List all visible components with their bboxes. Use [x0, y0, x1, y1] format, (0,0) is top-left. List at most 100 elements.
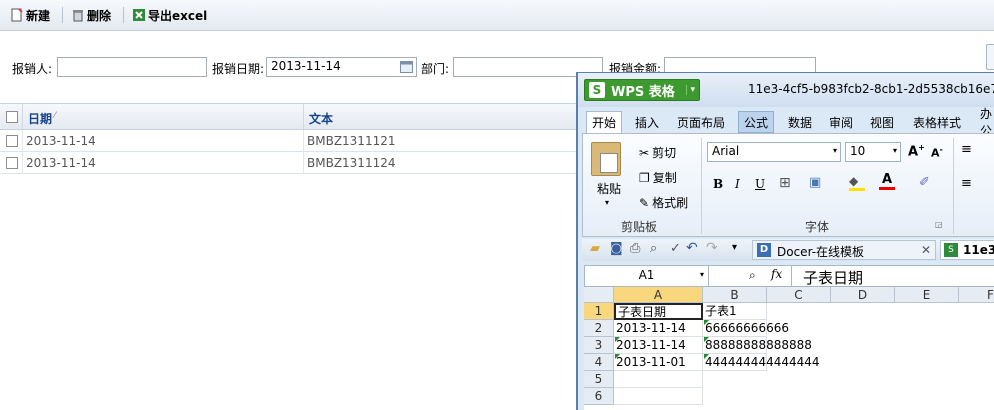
font-size-select[interactable]: 10 ▾ — [845, 142, 901, 162]
cell-text: BMBZ1311121 — [307, 134, 396, 148]
cell-text: BMBZ1311124 — [307, 156, 396, 170]
paste-icon[interactable] — [591, 142, 621, 176]
reimburser-label: 报销人: — [12, 62, 53, 76]
font-group-label: 字体 — [805, 220, 830, 234]
tab-docer-templates[interactable]: D Docer-在线模板 ✕ — [752, 240, 936, 260]
paste-button[interactable]: 粘贴 — [597, 180, 621, 197]
cell-a6[interactable] — [614, 388, 703, 405]
column-divider — [22, 104, 23, 129]
toolbar-divider — [123, 7, 124, 23]
cell-b1[interactable]: 子表1 — [703, 303, 767, 320]
cell-a4[interactable]: 2013-11-01 — [614, 354, 703, 371]
column-header-e[interactable]: E — [895, 287, 959, 303]
spreadsheet-grid[interactable]: A B C D E F 1 2 3 4 5 6 子表日期 子表1 2013-11… — [584, 287, 994, 410]
cell-b3[interactable]: 88888888888888 — [703, 337, 812, 354]
row-checkbox[interactable] — [6, 157, 18, 169]
column-header-text[interactable]: 文本 — [309, 110, 333, 127]
paste-dropdown-icon[interactable]: ▾ — [605, 198, 609, 207]
name-box[interactable]: A1 ▾ — [585, 266, 709, 286]
cell-a5[interactable] — [614, 371, 703, 388]
new-document-icon — [11, 8, 23, 22]
column-header-f[interactable]: F — [959, 287, 994, 303]
row-header[interactable]: 6 — [584, 388, 614, 405]
export-excel-button[interactable]: 导出excel — [132, 6, 207, 24]
column-header-d[interactable]: D — [831, 287, 895, 303]
align-top-icon[interactable]: ≡ — [961, 142, 972, 157]
menu-tab-insert[interactable]: 插入 — [630, 111, 664, 133]
menu-tab-page-layout[interactable]: 页面布局 — [672, 111, 730, 133]
column-header-c[interactable]: C — [767, 287, 831, 303]
cut-button[interactable]: ✂ 剪切 — [639, 144, 676, 161]
dialog-launcher-icon[interactable]: ◲ — [935, 220, 943, 229]
row-header[interactable]: 2 — [584, 320, 614, 337]
redo-icon[interactable]: ↷ — [706, 240, 718, 256]
cell-b2[interactable]: 66666666666 — [703, 320, 789, 337]
row-checkbox[interactable] — [6, 135, 18, 147]
font-color-icon[interactable]: A — [879, 172, 895, 192]
new-button[interactable]: 新建 — [10, 6, 50, 24]
cell-a3[interactable]: 2013-11-14 — [614, 337, 703, 354]
reimburser-input[interactable] — [57, 57, 207, 77]
menu-tab-data[interactable]: 数据 — [783, 111, 817, 133]
menu-tab-office[interactable]: 办公 — [975, 107, 994, 138]
menu-tab-home[interactable]: 开始 — [586, 111, 623, 133]
select-all-corner[interactable] — [584, 287, 614, 303]
print-icon[interactable]: ⎙ — [630, 241, 640, 256]
find-icon[interactable]: ⌕ — [749, 268, 756, 283]
cell-date: 2013-11-14 — [26, 156, 96, 170]
cell-a2[interactable]: 2013-11-14 — [614, 320, 703, 337]
sort-icon[interactable]: ⁄ — [54, 111, 56, 121]
row-header[interactable]: 1 — [584, 303, 614, 320]
date-input-value: 2013-11-14 — [271, 59, 341, 73]
font-name-select[interactable]: Arial ▾ — [707, 142, 841, 162]
undo-icon[interactable]: ↶ — [686, 240, 698, 256]
ribbon-divider — [701, 138, 702, 234]
align-left-icon[interactable]: ≡ — [961, 176, 972, 191]
save-icon[interactable]: ◙ — [610, 241, 623, 256]
cell-date: 2013-11-14 — [26, 134, 96, 148]
text-number-indicator-icon — [615, 354, 620, 359]
menu-tab-view[interactable]: 视图 — [865, 111, 899, 133]
merge-cells-icon[interactable]: ▣ — [809, 175, 821, 190]
menu-tab-review[interactable]: 审阅 — [824, 111, 858, 133]
date-input[interactable]: 2013-11-14 — [266, 57, 417, 77]
format-painter-button[interactable]: ✎ 格式刷 — [639, 194, 688, 211]
bold-button[interactable]: B — [713, 177, 723, 191]
search-button[interactable] — [986, 44, 994, 70]
copy-button[interactable]: ❐ 复制 — [639, 169, 677, 186]
close-tab-icon[interactable]: ✕ — [921, 243, 931, 257]
italic-button[interactable]: I — [735, 177, 740, 191]
fill-color-icon[interactable]: ◆ — [849, 174, 865, 192]
row-header[interactable]: 5 — [584, 371, 614, 388]
column-header-date[interactable]: 日期 — [28, 110, 52, 127]
select-all-checkbox[interactable] — [6, 111, 18, 123]
column-header-b[interactable]: B — [703, 287, 767, 303]
function-button[interactable]: fx — [771, 267, 782, 281]
decrease-font-icon[interactable]: A- — [931, 145, 943, 160]
tab-spreadsheet[interactable]: S 11e3 — [940, 240, 994, 260]
chevron-down-icon: ▾ — [699, 270, 704, 279]
menu-tab-table-style[interactable]: 表格样式 — [908, 111, 966, 133]
delete-button[interactable]: 删除 — [71, 6, 111, 24]
print-preview-icon[interactable]: ⌕ — [650, 241, 657, 256]
clipboard-group-label: 剪贴板 — [621, 220, 658, 234]
border-icon[interactable]: ⊞ — [779, 175, 791, 191]
column-header-a[interactable]: A — [614, 287, 703, 303]
formula-input[interactable]: 子表日期 — [803, 267, 863, 288]
wps-app-menu-button[interactable]: S WPS 表格 ▾ — [584, 79, 700, 101]
cell-b4[interactable]: 444444444444444 — [703, 354, 820, 371]
name-box-value: A1 — [638, 268, 655, 282]
row-header[interactable]: 4 — [584, 354, 614, 371]
ribbon-divider — [953, 138, 954, 234]
increase-font-icon[interactable]: A+ — [908, 143, 925, 159]
cell-a1[interactable]: 子表日期 — [614, 303, 703, 320]
calendar-icon[interactable] — [400, 61, 413, 73]
spell-check-icon[interactable]: ✓ — [670, 241, 681, 256]
menu-tab-formula[interactable]: 公式 — [738, 111, 775, 133]
underline-button[interactable]: U — [755, 177, 765, 191]
wps-spreadsheet-window: S WPS 表格 ▾ 11e3-4cf5-b983fcb2-8cb1-2d553… — [576, 72, 994, 410]
row-header[interactable]: 3 — [584, 337, 614, 354]
clear-format-icon[interactable]: ✐ — [919, 175, 930, 190]
customize-toolbar-icon[interactable]: ▾ — [732, 242, 737, 253]
open-folder-icon[interactable]: ▰ — [590, 241, 600, 256]
